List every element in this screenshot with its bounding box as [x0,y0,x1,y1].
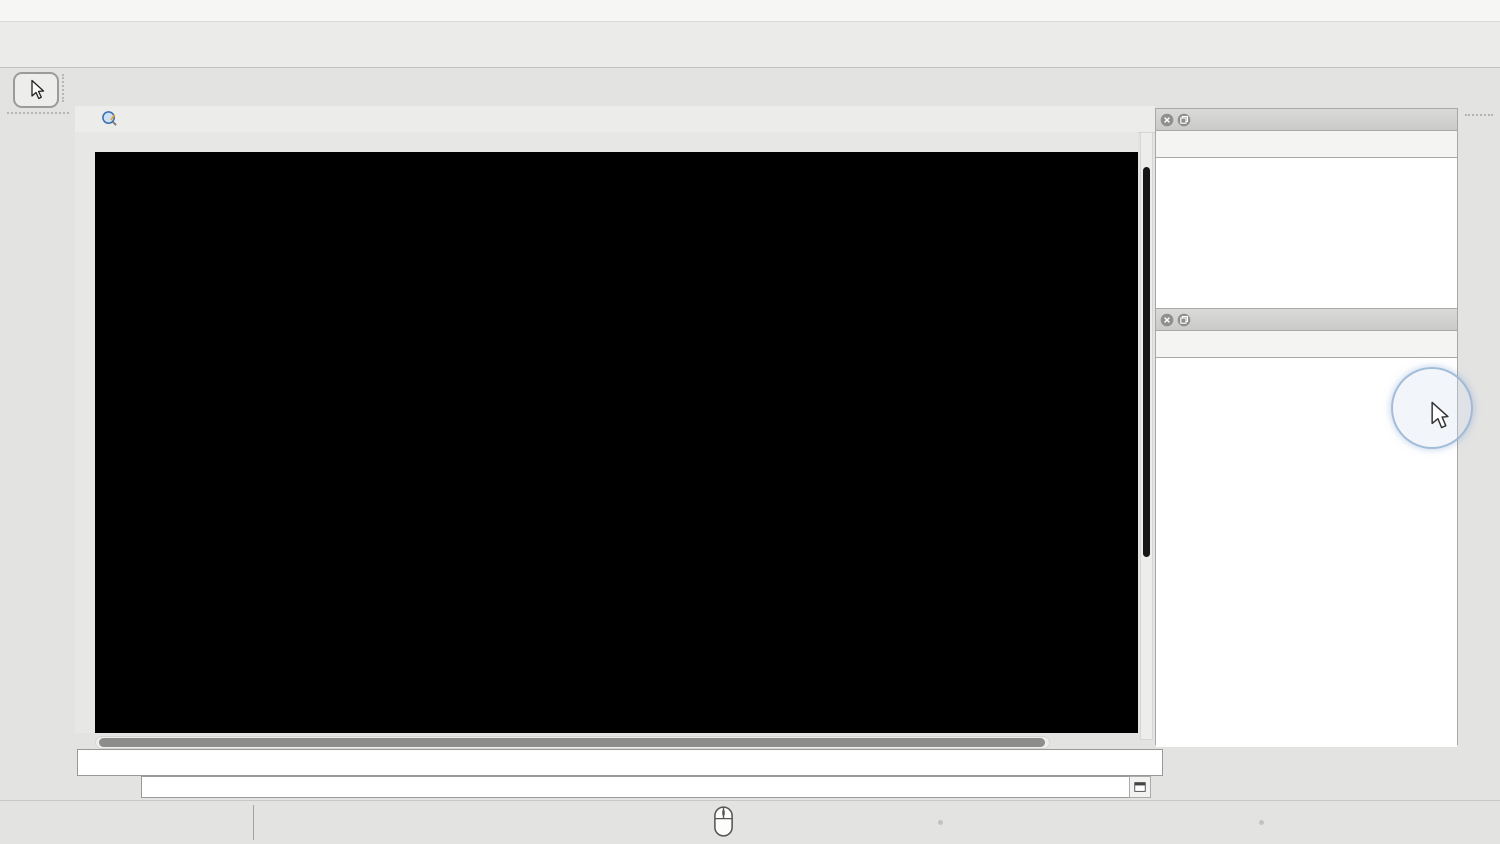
layer-list-panel [1155,308,1458,747]
vertical-ruler [75,152,96,733]
select-arrow-icon [24,78,48,102]
statusbar-separator [253,805,254,840]
vertical-scrollbar-thumb[interactable] [1143,167,1150,557]
block-list [1156,158,1457,310]
strip-drag-handle[interactable] [1465,114,1493,116]
block-list-panel [1155,108,1458,310]
layer-list-titlebar [1156,309,1457,331]
dock-toggle-strip [1458,106,1500,800]
layer-list-toolbar [1156,331,1457,358]
command-history [77,749,1163,776]
mouse-cursor-icon [1429,400,1450,430]
librecad-window [0,0,1500,844]
layer-list [1156,358,1457,747]
status-dot-icon [938,820,943,825]
window-icon [1133,780,1147,794]
close-panel-icon[interactable] [1160,313,1174,327]
float-panel-icon[interactable] [1177,313,1191,327]
menu-bar [0,0,1500,22]
document-app-icon [101,110,118,127]
status-dot-icon [1259,820,1264,825]
palette-drag-handle[interactable] [6,112,69,114]
horizontal-scrollbar[interactable] [95,736,1050,749]
command-row [75,775,1155,799]
select-tool-button[interactable] [13,72,59,108]
document-header [75,106,1155,133]
horizontal-scrollbar-thumb[interactable] [99,738,1045,747]
tool-palette [0,108,75,800]
command-detach-button[interactable] [1129,776,1151,798]
close-panel-icon[interactable] [1160,113,1174,127]
toolbar-separator [62,74,64,102]
block-list-titlebar [1156,109,1457,131]
mouse-icon [712,805,735,838]
drawing-canvas[interactable] [95,152,1138,733]
vertical-scrollbar[interactable] [1140,132,1153,740]
document-window [75,106,1163,800]
block-list-toolbar [1156,131,1457,158]
horizontal-ruler [75,132,1138,153]
float-panel-icon[interactable] [1177,113,1191,127]
status-bar [0,800,1500,844]
main-toolbar [0,22,1500,68]
command-input[interactable] [141,776,1136,798]
